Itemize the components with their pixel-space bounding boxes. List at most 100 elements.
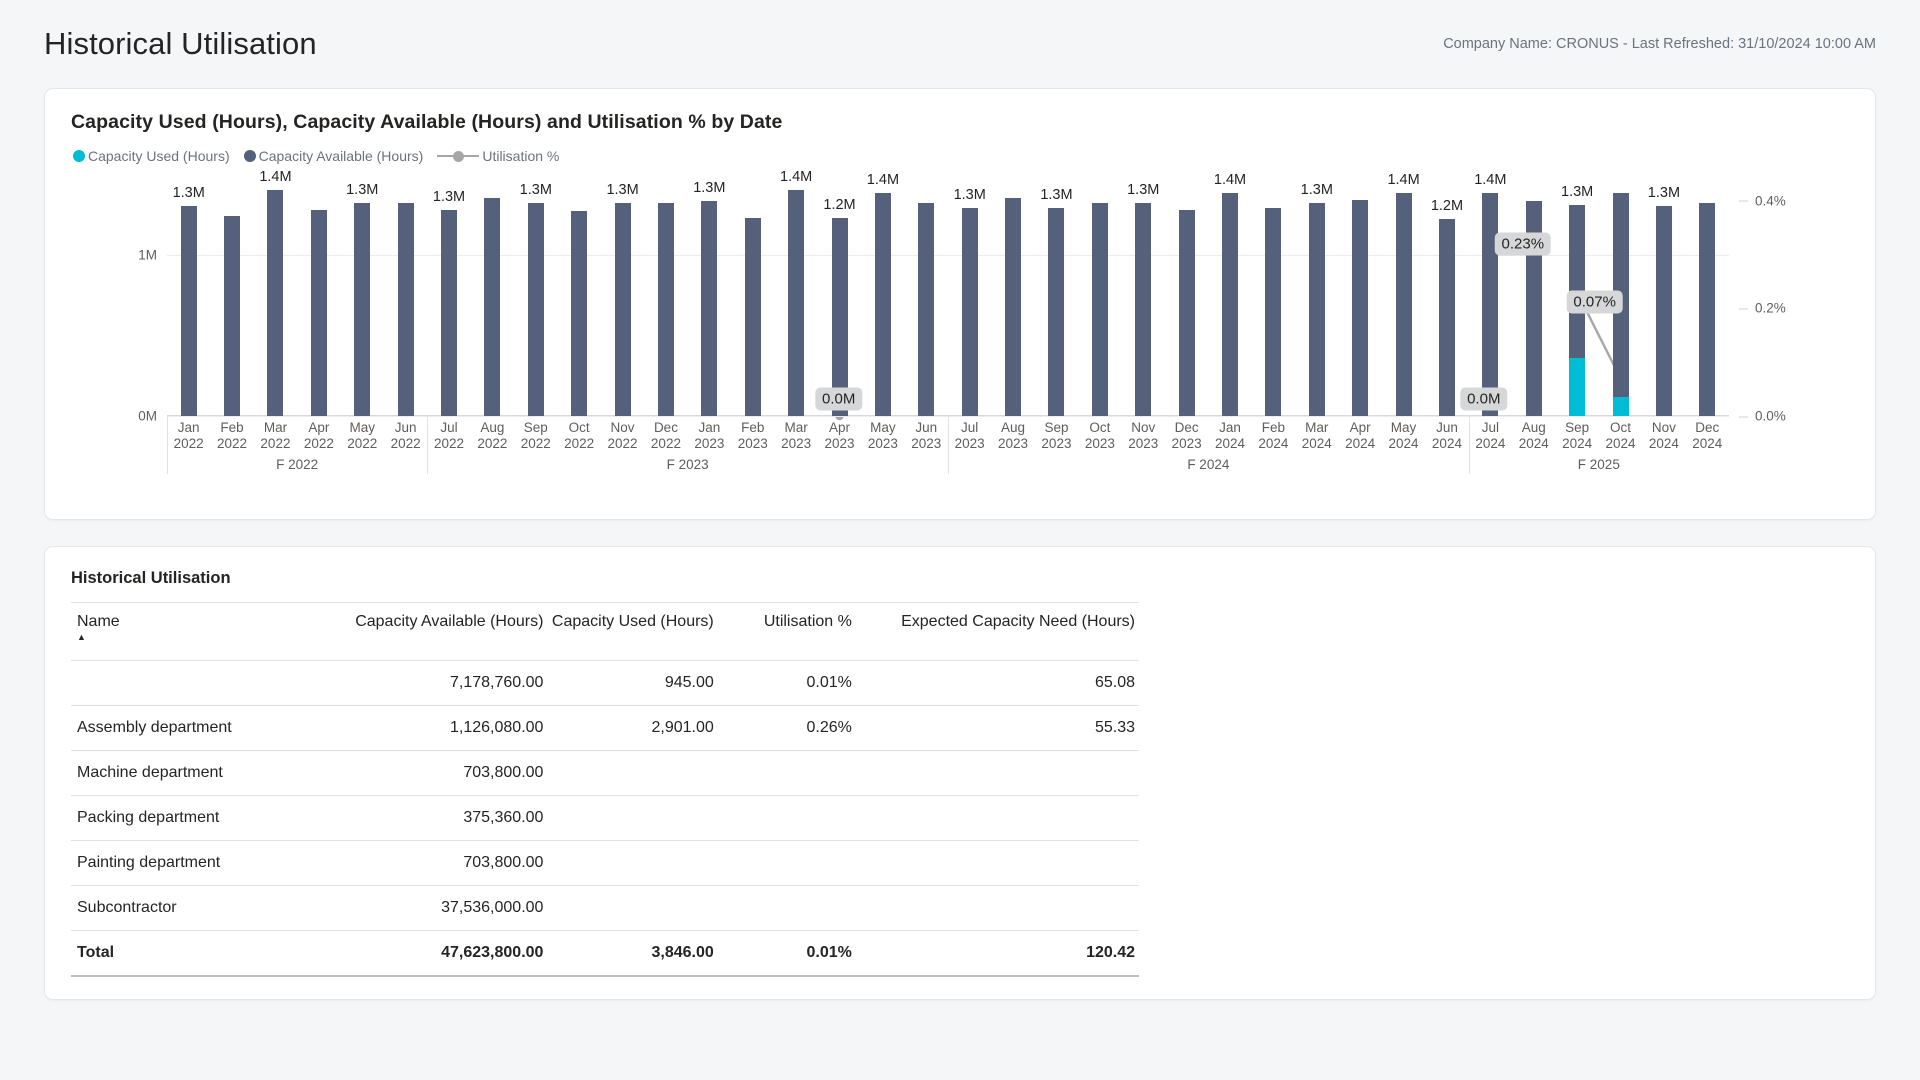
bar-data-label: 1.3M (346, 182, 379, 199)
bar-group[interactable]: 1.3M (514, 174, 557, 416)
bar-capacity-available[interactable] (1308, 203, 1325, 416)
column-header[interactable]: Capacity Used (Hours) (547, 602, 718, 661)
bar-capacity-available[interactable] (614, 203, 631, 416)
bar-group[interactable]: 1.3M (1035, 174, 1078, 416)
bar-group[interactable] (558, 174, 601, 416)
bar-data-label: 1.4M (1387, 172, 1420, 189)
bar-group[interactable]: 1.4M (1469, 172, 1512, 416)
cell-name: Painting department (71, 840, 327, 886)
bar-group[interactable] (1686, 174, 1729, 416)
bar-group[interactable] (1512, 174, 1555, 416)
bar-group[interactable]: 1.4M (1382, 172, 1425, 416)
bar-capacity-available[interactable] (527, 203, 544, 416)
bar-capacity-available[interactable] (1178, 209, 1195, 416)
x-axis-year: 2023 (954, 436, 985, 451)
bar-group[interactable] (644, 174, 687, 416)
cell-used: 3,846.00 (547, 930, 718, 977)
legend-label: Capacity Available (Hours) (258, 148, 424, 164)
bar-capacity-available[interactable] (1135, 203, 1152, 416)
bar-capacity-available[interactable] (1699, 203, 1716, 416)
bar-capacity-available[interactable] (744, 217, 761, 416)
bar-capacity-available[interactable] (180, 206, 197, 416)
bar-capacity-available[interactable] (1352, 199, 1369, 416)
column-header[interactable]: Expected Capacity Need (Hours) (855, 602, 1139, 661)
bar-group[interactable] (1078, 174, 1121, 416)
bar-group[interactable] (905, 174, 948, 416)
bar-capacity-available[interactable] (1438, 219, 1455, 416)
bar-capacity-available[interactable] (1005, 198, 1022, 416)
bar-group[interactable] (1339, 174, 1382, 416)
bar-group[interactable]: 1.3M (167, 174, 210, 416)
legend-item[interactable]: Utilisation % (437, 148, 559, 164)
bar-capacity-available[interactable] (310, 209, 327, 416)
bar-capacity-available[interactable] (1048, 207, 1065, 416)
table-row[interactable]: Machine department 703,800.00 (71, 750, 1139, 796)
bar-capacity-used[interactable] (1612, 396, 1629, 416)
table-total-row[interactable]: Total 47,623,800.00 3,846.00 0.01% 120.42 (71, 930, 1139, 977)
x-axis-year: 2024 (1388, 436, 1419, 451)
bar-group[interactable]: 1.3M (1122, 174, 1165, 416)
bar-group[interactable] (384, 174, 427, 416)
bar-capacity-available[interactable] (918, 203, 935, 416)
bar-group[interactable] (471, 174, 514, 416)
bar-group[interactable]: 1.4M (1208, 172, 1251, 416)
column-header[interactable]: Capacity Available (Hours) (326, 602, 548, 661)
bar-capacity-available[interactable] (1655, 206, 1672, 416)
bar-capacity-available[interactable] (441, 209, 458, 416)
x-axis-year: 2023 (867, 436, 898, 451)
bar-capacity-available[interactable] (1395, 193, 1412, 416)
bar-group[interactable] (1165, 174, 1208, 416)
bar-group[interactable] (1252, 174, 1295, 416)
bar-capacity-available[interactable] (788, 190, 805, 416)
table-row[interactable]: Packing department 375,360.00 (71, 795, 1139, 841)
bar-group[interactable]: 1.3M (688, 174, 731, 416)
bar-capacity-available[interactable] (224, 215, 241, 416)
table-row[interactable]: Assembly department 1,126,080.00 2,901.00 0… (71, 705, 1139, 751)
x-axis-year: 2022 (303, 436, 334, 451)
bar-capacity-available[interactable] (657, 203, 674, 416)
bar-group[interactable]: 1.3M (427, 174, 470, 416)
x-axis-tick-label: Jan 2022 (167, 420, 210, 452)
bar-capacity-available[interactable] (1222, 193, 1239, 416)
bar-group[interactable] (731, 174, 774, 416)
x-axis-tick-label: Sep 2024 (1555, 420, 1598, 452)
column-header-label: Utilisation % (763, 613, 852, 630)
bar-capacity-available[interactable] (484, 198, 501, 416)
bar-capacity-available[interactable] (701, 201, 718, 416)
bar-capacity-available[interactable] (354, 203, 371, 416)
bar-group[interactable]: 1.4M (774, 169, 817, 416)
table-row[interactable]: 7,178,760.00 945.00 0.01% 65.08 (71, 660, 1139, 706)
bar-capacity-available[interactable] (571, 211, 588, 416)
bar-group[interactable]: 1.3M (1295, 174, 1338, 416)
bar-group[interactable]: 1.3M (341, 174, 384, 416)
legend-item[interactable]: Capacity Available (Hours) (243, 148, 424, 164)
bar-capacity-available[interactable] (1265, 207, 1282, 416)
table-head: Name ▲ Capacity Available (Hours) Capacity … (71, 602, 1139, 661)
bar-group[interactable] (297, 174, 340, 416)
bar-capacity-available[interactable] (397, 203, 414, 416)
bar-capacity-available[interactable] (1482, 193, 1499, 416)
bar-capacity-available[interactable] (831, 217, 848, 416)
bar-group[interactable]: 1.3M (601, 174, 644, 416)
bar-capacity-available[interactable] (874, 193, 891, 416)
bar-capacity-available[interactable] (1091, 203, 1108, 416)
cell-name: Subcontractor (71, 885, 327, 931)
cell-utilisation (717, 840, 856, 886)
x-axis-tick-label: Sep 2023 (1035, 420, 1078, 452)
bar-group[interactable]: 1.4M (861, 172, 904, 416)
bar-group[interactable]: 1.3M (1642, 174, 1685, 416)
bar-group[interactable]: 1.3M (948, 174, 991, 416)
bar-group[interactable] (210, 174, 253, 416)
column-header[interactable]: Utilisation % (717, 602, 856, 661)
bar-group[interactable]: 1.2M (1425, 174, 1468, 416)
bar-capacity-used[interactable] (1569, 357, 1586, 416)
legend-item[interactable]: Capacity Used (Hours) (73, 148, 230, 164)
column-header[interactable]: Name ▲ (71, 602, 327, 661)
table-row[interactable]: Painting department 703,800.00 (71, 840, 1139, 886)
bar-group[interactable] (991, 174, 1034, 416)
table-row[interactable]: Subcontractor 37,536,000.00 (71, 885, 1139, 931)
bar-capacity-available[interactable] (267, 190, 284, 416)
bar-capacity-available[interactable] (961, 207, 978, 416)
bar-group[interactable]: 1.2M (818, 174, 861, 416)
bar-group[interactable]: 1.4M (254, 169, 297, 416)
